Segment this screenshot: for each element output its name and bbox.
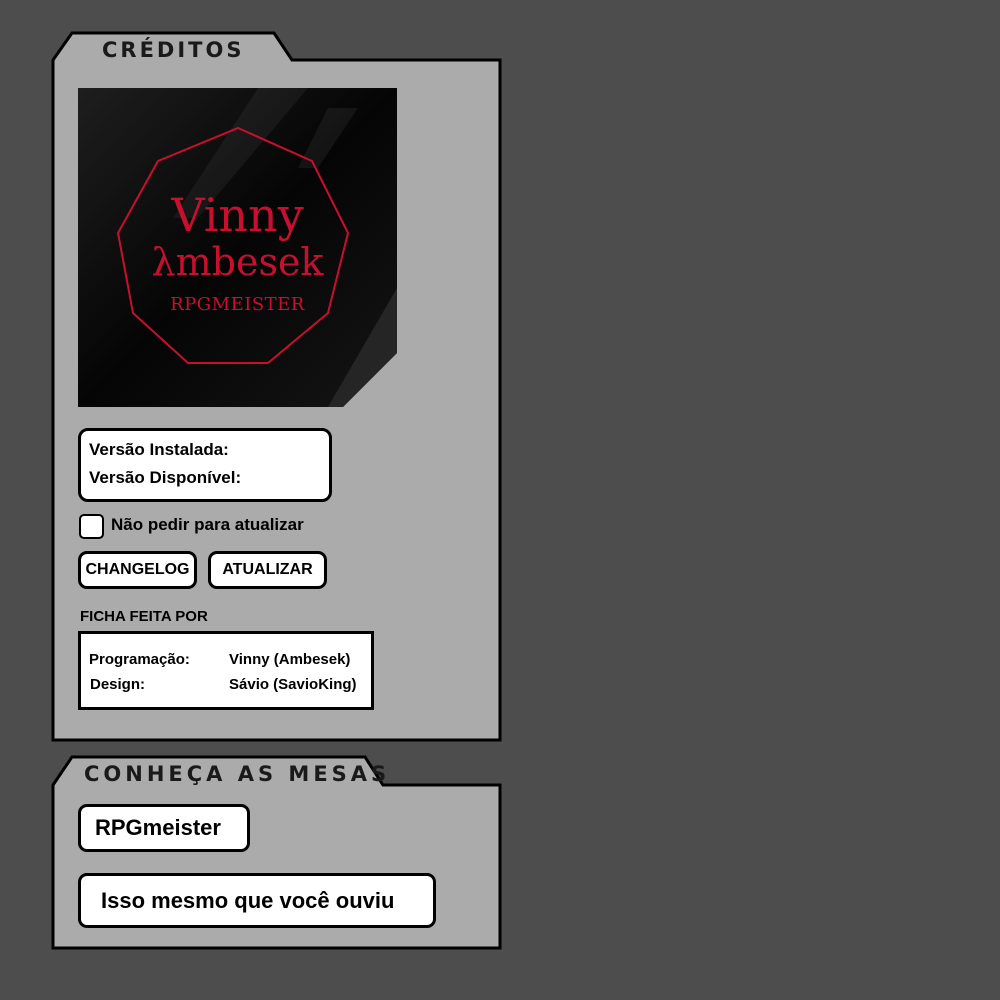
- credit-role-design: Design:: [90, 676, 146, 693]
- credits-box: Programação: Vinny (Ambesek) Design: Sáv…: [78, 631, 374, 710]
- credits-title: CRÉDITOS: [102, 38, 245, 62]
- installed-version-label: Versão Instalada:: [89, 440, 229, 459]
- credit-name-design: Sávio (SavioKing): [229, 676, 357, 693]
- rpgmeister-link[interactable]: RPGmeister: [78, 804, 250, 852]
- dont-ask-update-checkbox[interactable]: [79, 514, 104, 539]
- logo-line3: RPGMEISTER: [170, 294, 305, 315]
- isso-mesmo-link[interactable]: Isso mesmo que você ouviu: [78, 873, 436, 928]
- update-button[interactable]: ATUALIZAR: [208, 551, 327, 589]
- dont-ask-update-label: Não pedir para atualizar: [111, 515, 304, 534]
- available-version-label: Versão Disponível:: [89, 468, 242, 487]
- made-by-label: FICHA FEITA POR: [80, 608, 208, 625]
- version-info-box: Versão Instalada: Versão Disponível:: [78, 428, 332, 502]
- credit-name-programming: Vinny (Ambesek): [229, 651, 351, 668]
- credit-role-programming: Programação:: [89, 651, 190, 668]
- changelog-button[interactable]: CHANGELOG: [78, 551, 197, 589]
- logo-line1: Vinny: [171, 188, 304, 242]
- rpgmeister-logo: Vinny λmbesek RPGMEISTER: [78, 88, 397, 407]
- mesas-title: CONHEÇA AS MESAS: [84, 762, 391, 786]
- logo-line2: λmbesek: [151, 240, 324, 284]
